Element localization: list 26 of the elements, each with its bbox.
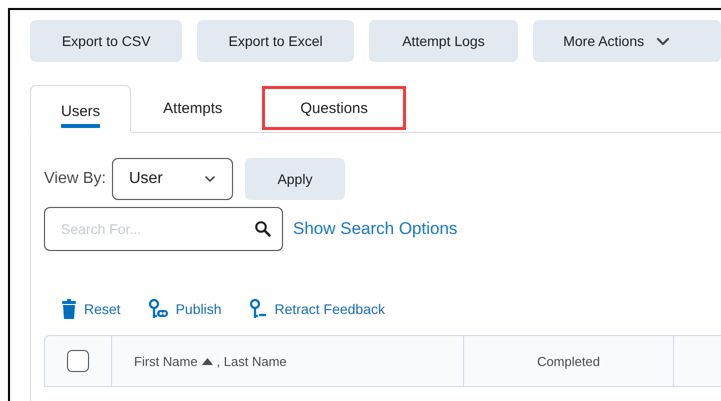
column-header[interactable]: First Name (134, 354, 198, 368)
sort-up-icon[interactable] (202, 358, 213, 364)
tab[interactable]: Attempts (131, 85, 254, 132)
tab[interactable]: Questions (262, 85, 406, 132)
column-header[interactable]: , Last Name (216, 354, 287, 368)
view-by-label: View By: (44, 170, 106, 188)
chevron-down-icon (656, 36, 670, 46)
action-link[interactable]: Retract Feedback (248, 299, 385, 319)
key-icon (248, 299, 266, 319)
search-field[interactable]: Search For... (44, 207, 283, 251)
tab[interactable]: Users (30, 85, 132, 132)
select-all-checkbox[interactable] (67, 350, 89, 372)
column-header[interactable]: Completed (537, 354, 600, 368)
chevron-down-icon (204, 175, 216, 183)
action-link[interactable]: Publish (148, 299, 222, 319)
apply-button[interactable]: Apply (244, 158, 345, 200)
toolbar-button[interactable]: Export to CSV (30, 20, 182, 62)
key-icon (148, 299, 168, 319)
search-icon[interactable] (254, 220, 272, 238)
trash-icon (62, 299, 76, 319)
show-search-options-link[interactable]: Show Search Options (293, 219, 458, 239)
toolbar-button[interactable]: Attempt Logs (368, 20, 518, 62)
view-by-select[interactable]: User (112, 158, 233, 200)
toolbar-button[interactable]: More Actions (533, 20, 721, 62)
toolbar-button[interactable]: Export to Excel (197, 20, 354, 62)
action-link[interactable]: Reset (62, 299, 121, 319)
